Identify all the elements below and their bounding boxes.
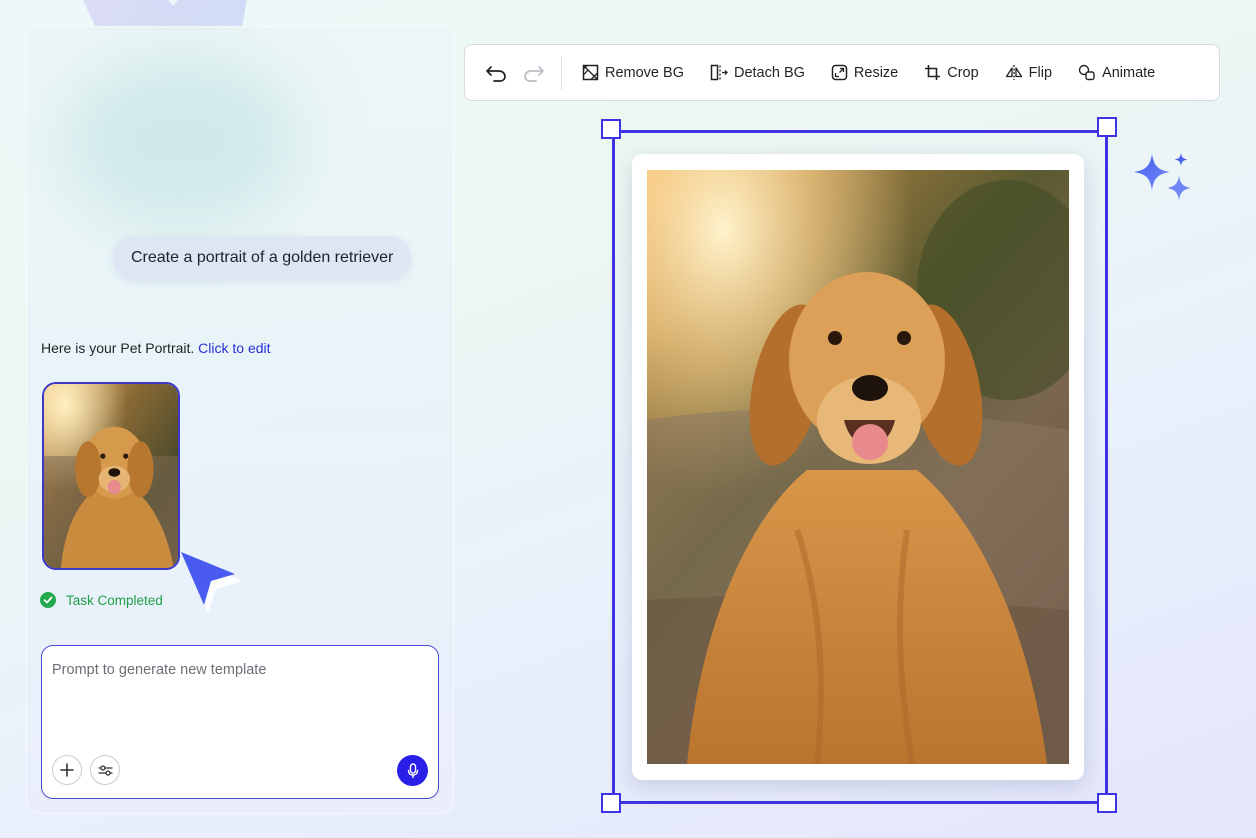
chat-panel: Create a portrait of a golden retriever … [26,26,454,814]
resize-icon [831,64,848,81]
resize-handle-bottom-left[interactable] [601,793,621,813]
undo-icon [486,65,506,82]
flip-icon [1005,65,1022,80]
assistant-reply: Here is your Pet Portrait. Click to edit [41,340,271,356]
animate-icon [1078,64,1095,81]
add-button[interactable] [52,755,82,785]
remove-bg-icon [582,64,599,81]
redo-icon [524,65,544,82]
resize-button[interactable]: Resize [821,55,908,91]
redo-button[interactable] [519,58,549,88]
detach-bg-label: Detach BG [733,64,805,81]
resize-label: Resize [853,64,899,81]
prompt-box [41,645,439,799]
animate-button[interactable]: Animate [1068,55,1165,91]
detach-bg-button[interactable]: Detach BG [700,55,815,91]
remove-bg-label: Remove BG [605,64,684,81]
resize-handle-top-left[interactable] [601,119,621,139]
task-status-text: Task Completed [66,592,163,608]
prompt-input[interactable] [52,662,422,678]
plus-icon [60,763,74,777]
user-message-bubble: Create a portrait of a golden retriever [113,236,412,280]
decorative-blur [66,56,296,226]
user-message-text: Create a portrait of a golden retriever [131,249,394,266]
crop-button[interactable]: Crop [914,55,988,91]
resize-handle-bottom-right[interactable] [1097,793,1117,813]
flip-button[interactable]: Flip [995,55,1062,91]
reply-text: Here is your Pet Portrait. [41,340,195,356]
microphone-button[interactable] [397,755,428,786]
dog-thumbnail-image [44,384,178,568]
edit-toolbar: Remove BG Detach BG Resize Crop Flip Ani… [464,44,1220,101]
generated-image-thumbnail[interactable] [42,382,180,570]
microphone-icon [407,762,418,778]
sliders-icon [97,764,113,776]
click-to-edit-link[interactable]: Click to edit [198,340,270,356]
remove-bg-button[interactable]: Remove BG [572,55,694,91]
task-status: Task Completed [40,592,163,608]
selection-frame[interactable] [612,130,1108,804]
settings-button[interactable] [90,755,120,785]
sparkle-icon [1134,153,1191,200]
toolbar-divider [561,55,562,90]
animate-label: Animate [1102,64,1156,81]
undo-button[interactable] [481,58,511,88]
flip-label: Flip [1028,64,1053,81]
pointer-cursor-icon [181,552,242,613]
check-circle-icon [40,592,56,608]
crop-label: Crop [947,64,979,81]
resize-handle-top-right[interactable] [1097,117,1117,137]
detach-bg-icon [710,64,728,81]
crop-icon [925,65,941,80]
